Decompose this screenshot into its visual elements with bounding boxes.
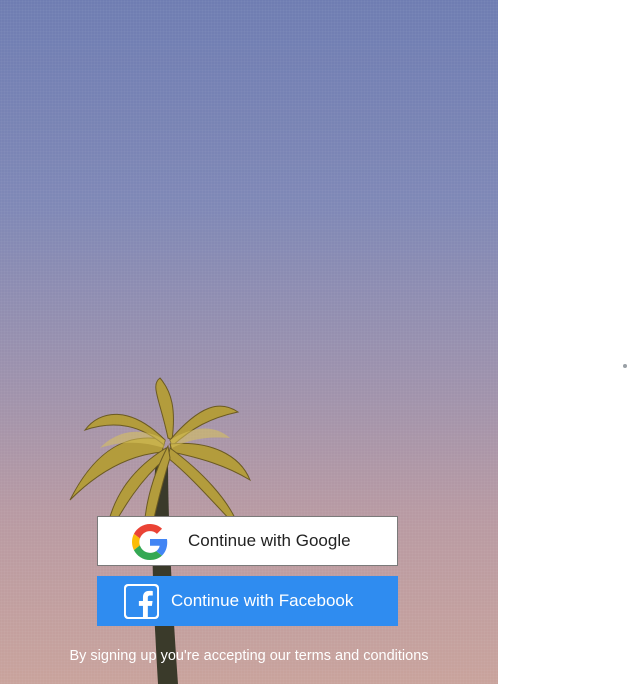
facebook-button-label: Continue with Facebook — [171, 591, 354, 610]
terms-text: By signing up you're accepting our terms… — [69, 648, 429, 664]
carousel-dot — [623, 364, 627, 368]
google-icon — [132, 524, 168, 560]
facebook-icon — [124, 584, 159, 619]
continue-with-google-button[interactable]: Continue with Google — [97, 516, 398, 566]
google-button-label: Continue with Google — [188, 531, 351, 550]
continue-with-facebook-button[interactable]: Continue with Facebook — [97, 576, 398, 626]
